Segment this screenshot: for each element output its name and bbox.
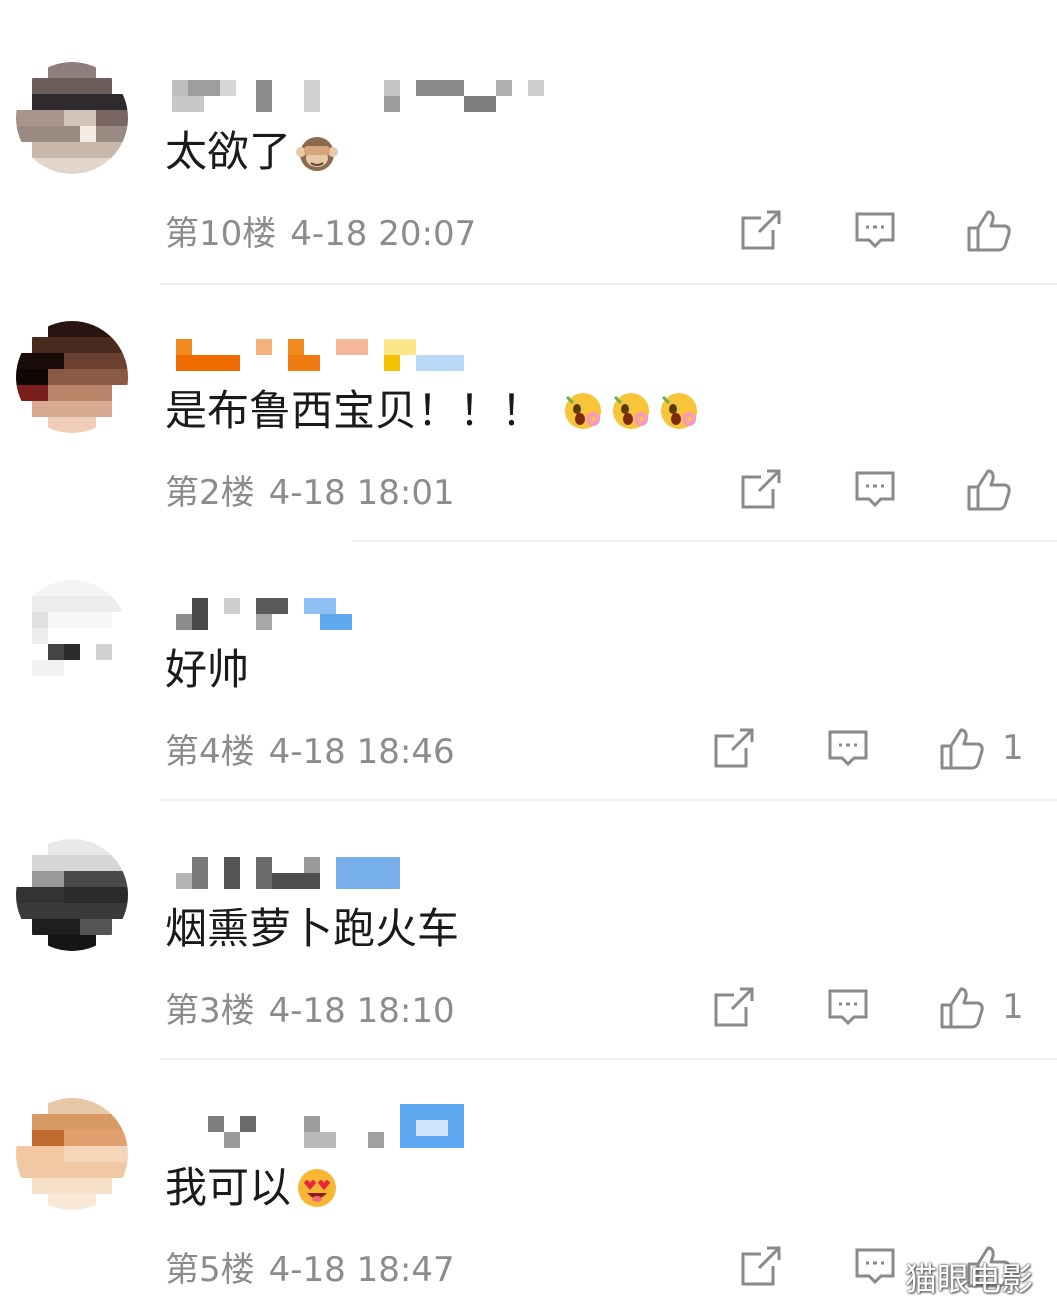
share-icon[interactable]	[712, 726, 756, 770]
comment-icon[interactable]	[826, 985, 870, 1029]
floor-label: 第2楼	[165, 473, 255, 513]
avatar[interactable]	[16, 580, 128, 692]
comment-text: 我可以	[165, 1160, 339, 1216]
username-blurred[interactable]	[172, 80, 552, 112]
comment-item: 是布鲁西宝贝！！！ 第2楼 4-18 18:01	[0, 259, 1057, 542]
floor-label: 第4楼	[165, 732, 255, 772]
floor-label: 第3楼	[165, 991, 255, 1031]
flower-face-icon	[609, 389, 653, 433]
comment-text: 好帅	[165, 642, 249, 698]
timestamp: 4-18 18:01	[268, 473, 455, 513]
timestamp: 4-18 20:07	[290, 214, 477, 254]
like-count: 1	[1002, 987, 1024, 1027]
comment-text-content: 好帅	[165, 645, 250, 694]
comment-text: 烟熏萝卜跑火车	[165, 901, 459, 957]
comment-meta: 第4楼 4-18 18:46	[165, 730, 455, 774]
heart-eyes-face-icon	[295, 1166, 339, 1210]
like-icon[interactable]	[938, 985, 984, 1029]
avatar[interactable]	[16, 62, 128, 174]
watermark: 猫眼电影	[905, 1260, 1034, 1298]
comment-icon[interactable]	[826, 726, 870, 770]
comment-icon[interactable]	[853, 467, 897, 511]
flower-face-icon	[561, 389, 605, 433]
comment-item: 我可以 第5楼 4-18 18:47	[0, 1036, 1057, 1295]
comment-item: 好帅 第4楼 4-18 18:46 1	[0, 518, 1057, 801]
share-icon[interactable]	[739, 208, 783, 252]
comment-text-content: 太欲了	[165, 127, 292, 176]
username-blurred[interactable]	[172, 598, 552, 630]
like-count: 1	[1002, 728, 1024, 768]
comment-meta: 第2楼 4-18 18:01	[165, 471, 455, 515]
avatar[interactable]	[16, 321, 128, 433]
comment-meta: 第5楼 4-18 18:47	[165, 1248, 455, 1292]
like-icon[interactable]	[965, 208, 1011, 252]
username-blurred[interactable]	[172, 1104, 552, 1148]
comment-icon[interactable]	[853, 1244, 897, 1288]
username-blurred[interactable]	[172, 339, 552, 371]
see-no-evil-monkey-icon	[295, 130, 339, 174]
timestamp: 4-18 18:47	[268, 1250, 455, 1290]
like-icon[interactable]	[965, 467, 1011, 511]
comment-text: 是布鲁西宝贝！！！	[165, 383, 701, 439]
username-blurred[interactable]	[172, 857, 552, 889]
share-icon[interactable]	[739, 467, 783, 511]
comment-item: 烟熏萝卜跑火车 第3楼 4-18 18:10 1	[0, 777, 1057, 1060]
avatar[interactable]	[16, 839, 128, 951]
comment-icon[interactable]	[853, 208, 897, 252]
share-icon[interactable]	[712, 985, 756, 1029]
like-icon[interactable]	[938, 726, 984, 770]
timestamp: 4-18 18:10	[268, 991, 455, 1031]
floor-label: 第5楼	[165, 1250, 255, 1290]
comment-text-content: 我可以	[165, 1163, 292, 1212]
comment-meta: 第3楼 4-18 18:10	[165, 989, 455, 1033]
comment-text-content: 烟熏萝卜跑火车	[165, 904, 460, 953]
floor-label: 第10楼	[165, 214, 277, 254]
timestamp: 4-18 18:46	[268, 732, 455, 772]
flower-face-icon	[657, 389, 701, 433]
avatar[interactable]	[16, 1098, 128, 1210]
share-icon[interactable]	[739, 1244, 783, 1288]
comment-meta: 第10楼 4-18 20:07	[165, 212, 476, 256]
comment-text-content: 是布鲁西宝贝！！！	[165, 386, 544, 435]
comment-text: 太欲了	[165, 124, 339, 180]
comment-item: 太欲了 第10楼 4-18 20:07	[0, 0, 1057, 285]
